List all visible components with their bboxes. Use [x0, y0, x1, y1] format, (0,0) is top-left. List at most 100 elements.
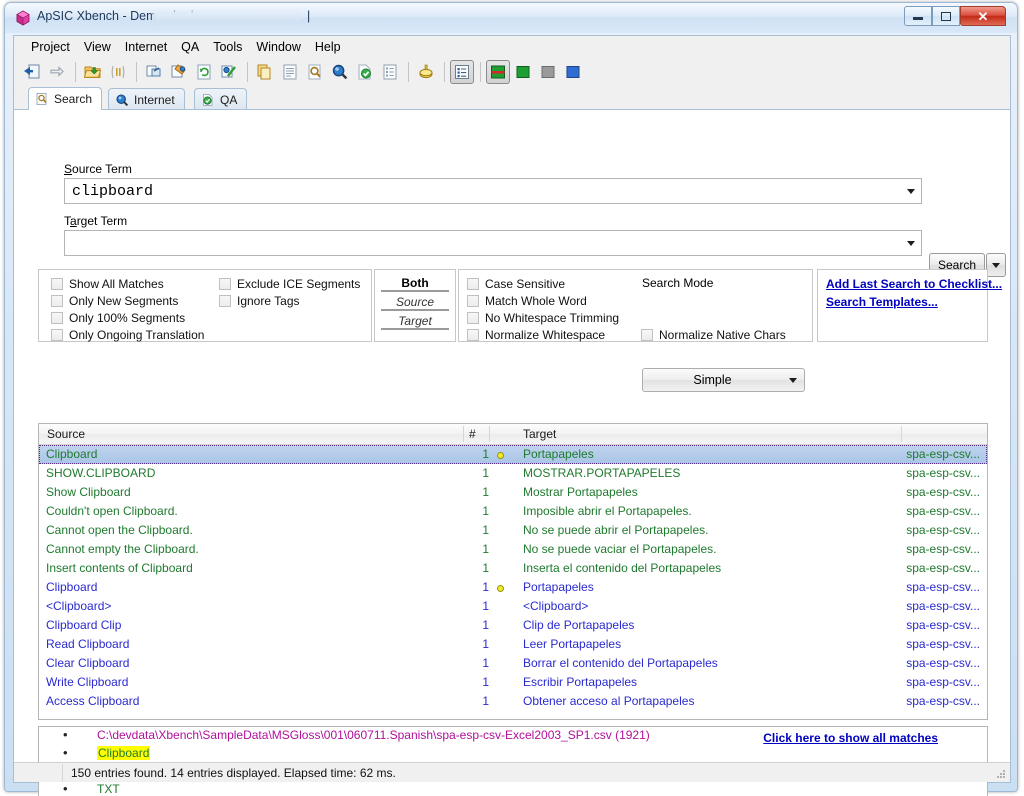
table-row[interactable]: Access Clipboard 1 Obtener acceso al Porta… — [39, 692, 987, 711]
checkbox-normalize-whitespace[interactable]: Normalize Whitespace — [467, 328, 605, 342]
link-search-templates[interactable]: Search Templates... — [826, 295, 938, 309]
validate-icon[interactable] — [217, 60, 241, 84]
checkbox-only-ongoing-translation[interactable]: Only Ongoing Translation — [51, 328, 204, 342]
grid-header-source[interactable]: Source — [47, 424, 85, 444]
view-blue-icon[interactable] — [561, 60, 585, 84]
table-row[interactable]: <Clipboard> 1 <Clipboard> spa-esp-csv... — [39, 597, 987, 616]
search-mode-value: Simple — [693, 373, 732, 387]
view-split-icon[interactable] — [486, 60, 510, 84]
table-row[interactable]: Cannot empty the Clipboard. 1 No se puede … — [39, 540, 987, 559]
resize-grip-icon[interactable] — [993, 766, 1007, 780]
grid-header-separator[interactable] — [489, 426, 490, 442]
grid-header-separator[interactable] — [901, 426, 902, 442]
view-green-icon[interactable] — [511, 60, 535, 84]
match-status-dot-icon — [497, 585, 504, 592]
maximize-button[interactable] — [932, 6, 960, 26]
results-grid[interactable]: Source # Target Clipboard 1 Portapapeles sp… — [38, 423, 988, 720]
checkbox-box — [467, 278, 479, 290]
search-mode-select[interactable]: Simple — [642, 368, 805, 392]
menu-internet[interactable]: Internet — [118, 38, 174, 56]
settings-gear-icon[interactable] — [414, 60, 438, 84]
checkbox-label: Exclude ICE Segments — [237, 277, 361, 291]
tab-qa[interactable]: QA — [194, 88, 248, 110]
menu-view[interactable]: View — [77, 38, 118, 56]
table-row[interactable]: SHOW.CLIPBOARD 1 MOSTRAR.PORTAPAPELES spa-e… — [39, 464, 987, 483]
back-icon[interactable] — [20, 60, 44, 84]
cell-file: spa-esp-csv... — [906, 523, 980, 537]
close-button[interactable]: ✕ — [960, 6, 1006, 26]
cell-source: Show Clipboard — [46, 485, 131, 499]
toolbar-separator — [408, 62, 409, 82]
menu-qa[interactable]: QA — [174, 38, 206, 56]
match-status-dot-icon — [497, 452, 504, 459]
table-row[interactable]: Clipboard Clip 1 Clip de Portapapeles spa-e… — [39, 616, 987, 635]
table-row[interactable]: Couldn't open Clipboard. 1 Imposible abrir… — [39, 502, 987, 521]
forward-icon[interactable] — [45, 60, 69, 84]
checkbox-normalize-native-chars[interactable]: Normalize Native Chars — [641, 328, 786, 342]
target-term-dropdown-arrow[interactable] — [901, 231, 921, 255]
menu-help[interactable]: Help — [308, 38, 348, 56]
source-term-input[interactable]: clipboard — [64, 178, 922, 204]
menu-window[interactable]: Window — [249, 38, 307, 56]
target-term-input[interactable] — [64, 230, 922, 256]
tab-strip: Search Internet QA — [14, 86, 1010, 110]
list-item-text: TXT — [97, 782, 120, 796]
open-project-icon[interactable] — [81, 60, 105, 84]
tab-search[interactable]: Search — [28, 87, 103, 110]
source-term-label-accel: S — [64, 162, 73, 176]
grid-header-separator[interactable] — [463, 426, 464, 442]
checkbox-ignore-tags[interactable]: Ignore Tags — [219, 294, 300, 308]
tab-internet[interactable]: Internet — [108, 88, 185, 110]
table-row[interactable]: Clear Clipboard 1 Borrar el contenido del … — [39, 654, 987, 673]
cell-source: Couldn't open Clipboard. — [46, 504, 178, 518]
menu-bar: Project View Internet QA Tools Window He… — [14, 36, 1010, 58]
cell-target: MOSTRAR.PORTAPAPELES — [523, 466, 681, 480]
cell-count: 1 — [482, 580, 489, 594]
grid-header-count[interactable]: # — [469, 424, 476, 444]
grid-header-target[interactable]: Target — [523, 424, 556, 444]
find-icon[interactable] — [303, 60, 327, 84]
scope-both-button[interactable]: Both — [381, 275, 449, 292]
cell-target: Escribir Portapapeles — [523, 675, 638, 689]
cell-source: Clipboard Clip — [46, 618, 122, 632]
cell-target: Obtener acceso al Portapapeles — [523, 694, 695, 708]
search-options-dropdown[interactable] — [986, 253, 1006, 277]
report-icon[interactable] — [378, 60, 402, 84]
show-list-icon[interactable] — [450, 60, 474, 84]
checkbox-case-sensitive[interactable]: Case Sensitive — [467, 277, 565, 291]
table-row[interactable]: Write Clipboard 1 Escribir Portapapeles spa… — [39, 673, 987, 692]
cell-count: 1 — [482, 618, 489, 632]
menu-project[interactable]: Project — [24, 38, 77, 56]
copy-icon[interactable] — [253, 60, 277, 84]
view-gray-icon[interactable] — [536, 60, 560, 84]
check-doc-icon[interactable] — [353, 60, 377, 84]
cell-target: Leer Portapapeles — [523, 637, 622, 651]
table-row[interactable]: Cannot open the Clipboard. 1 No se puede a… — [39, 521, 987, 540]
scope-source-button[interactable]: Source — [381, 294, 449, 311]
project-properties-icon[interactable] — [106, 60, 130, 84]
checkbox-only-100-segments[interactable]: Only 100% Segments — [51, 311, 185, 325]
checkbox-show-all-matches[interactable]: Show All Matches — [51, 277, 164, 291]
link-show-all-matches[interactable]: Click here to show all matches — [763, 731, 938, 745]
title-redacted-region — [153, 11, 301, 24]
edit-item-icon[interactable] — [167, 60, 191, 84]
cell-count: 1 — [482, 504, 489, 518]
checkbox-match-whole-word[interactable]: Match Whole Word — [467, 294, 587, 308]
checkbox-no-whitespace-trimming[interactable]: No Whitespace Trimming — [467, 311, 619, 325]
search-icon[interactable] — [328, 60, 352, 84]
checkbox-exclude-ice-segments[interactable]: Exclude ICE Segments — [219, 277, 360, 291]
link-add-last-search-to-checklist[interactable]: Add Last Search to Checklist... — [826, 277, 1002, 291]
menu-tools[interactable]: Tools — [206, 38, 249, 56]
refresh-icon[interactable] — [192, 60, 216, 84]
table-row[interactable]: Show Clipboard 1 Mostrar Portapapeles spa-e… — [39, 483, 987, 502]
table-row[interactable]: Read Clipboard 1 Leer Portapapeles spa-esp-… — [39, 635, 987, 654]
new-item-icon[interactable] — [142, 60, 166, 84]
table-row[interactable]: Insert contents of Clipboard 1 Inserta el … — [39, 559, 987, 578]
list-icon[interactable] — [278, 60, 302, 84]
table-row[interactable]: Clipboard 1 Portapapeles spa-esp-csv... — [39, 445, 987, 464]
checkbox-only-new-segments[interactable]: Only New Segments — [51, 294, 178, 308]
minimize-button[interactable] — [904, 6, 932, 26]
scope-target-button[interactable]: Target — [381, 313, 449, 330]
table-row[interactable]: Clipboard 1 Portapapeles spa-esp-csv... — [39, 578, 987, 597]
source-term-dropdown-arrow[interactable] — [901, 179, 921, 203]
